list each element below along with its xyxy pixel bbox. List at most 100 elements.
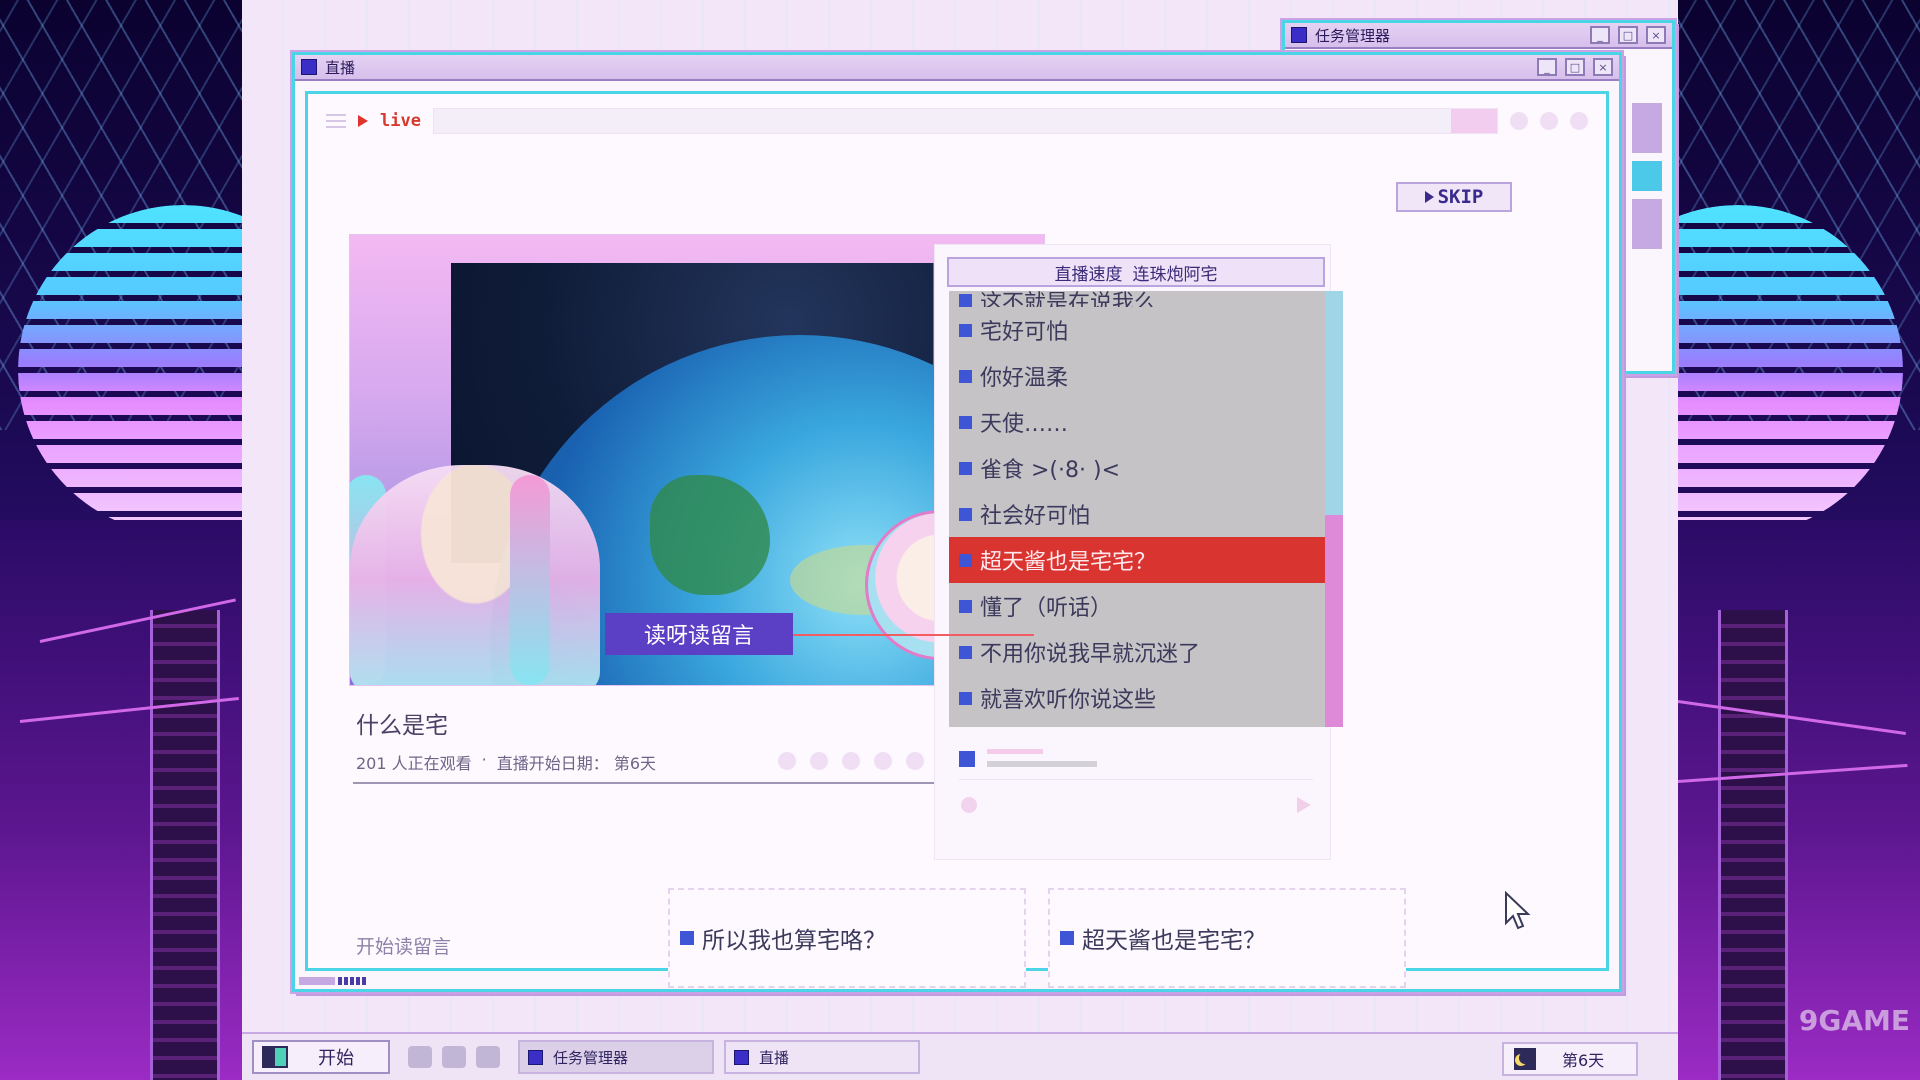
url-bar[interactable] bbox=[432, 108, 1498, 134]
bullet-icon bbox=[959, 415, 972, 429]
chat-panel: 直播速度 连珠炮阿宅 这不就是在说我么 宅好可怕 你好温柔 天使…… 雀食 >(… bbox=[934, 244, 1343, 860]
dot-icon bbox=[778, 752, 796, 770]
footer-bar bbox=[299, 977, 335, 985]
desktop: 任务管理器 _ □ × 直播 _ □ × live SKIP 读呀读留言 什么是… bbox=[242, 0, 1678, 1080]
chat-message[interactable]: 社会好可怕 bbox=[949, 491, 1325, 537]
stream-start-date: 直播开始日期： 第6天 bbox=[496, 754, 657, 773]
close-icon[interactable]: × bbox=[1646, 26, 1666, 44]
chat-message[interactable]: 懂了（听话） bbox=[949, 583, 1325, 629]
placeholder-line bbox=[987, 761, 1097, 767]
bullet-icon bbox=[959, 461, 972, 475]
chat-message-text: 你好温柔 bbox=[980, 366, 1069, 391]
chat-message-text: 不用你说我早就沉迷了 bbox=[980, 642, 1201, 667]
stat-bar bbox=[1632, 103, 1662, 153]
reply-option-1[interactable]: 所以我也算宅咯？ bbox=[668, 888, 1026, 988]
chat-scrollbar[interactable] bbox=[1325, 291, 1343, 727]
maximize-icon[interactable]: □ bbox=[1618, 26, 1638, 44]
start-label: 开始 bbox=[318, 1048, 354, 1069]
chat-message-text: 超天酱也是宅宅？ bbox=[980, 550, 1157, 575]
bullet-icon bbox=[959, 599, 972, 613]
play-icon bbox=[1424, 191, 1434, 203]
chat-message-text: 就喜欢听你说这些 bbox=[980, 688, 1157, 713]
chat-message[interactable]: 雀食 >(·8· )< bbox=[949, 445, 1325, 491]
minimize-icon[interactable]: _ bbox=[1590, 26, 1610, 44]
browser-dot-icon bbox=[1570, 112, 1588, 130]
monitor-icon[interactable] bbox=[476, 1046, 500, 1068]
chat-message-text: 宅好可怕 bbox=[980, 320, 1069, 345]
window-footer bbox=[299, 977, 369, 989]
start-logo-icon bbox=[262, 1046, 288, 1068]
stream-window[interactable]: 直播 _ □ × live SKIP 读呀读留言 什么是宅 201 人正在观看 … bbox=[292, 52, 1622, 992]
taskbar-item-stream[interactable]: 直播 bbox=[724, 1040, 920, 1074]
window-icon bbox=[734, 1049, 749, 1065]
chat-message[interactable]: 你好温柔 bbox=[949, 353, 1325, 399]
chat-list[interactable]: 这不就是在说我么 宅好可怕 你好温柔 天使…… 雀食 >(·8· )< 社会好可… bbox=[949, 291, 1325, 727]
bullet-icon bbox=[959, 645, 972, 659]
chat-speed-label: 直播速度 bbox=[1054, 264, 1123, 285]
bird-icon[interactable] bbox=[408, 1046, 432, 1068]
watermark: 9GAME bbox=[1798, 1004, 1910, 1037]
day-label: 第6天 bbox=[1562, 1051, 1605, 1070]
window-title: 任务管理器 bbox=[1315, 26, 1391, 45]
chat-message[interactable]: 这不就是在说我么 bbox=[949, 291, 1325, 307]
streamer-avatar bbox=[350, 465, 600, 685]
url-button[interactable] bbox=[1451, 109, 1497, 133]
chat-message-highlighted[interactable]: 超天酱也是宅宅？ bbox=[949, 537, 1325, 583]
footer-bar bbox=[338, 977, 368, 985]
day-indicator[interactable]: 第6天 bbox=[1502, 1042, 1638, 1076]
task-manager-titlebar[interactable]: 任务管理器 _ □ × bbox=[1285, 23, 1672, 49]
stream-titlebar[interactable]: 直播 _ □ × bbox=[295, 55, 1619, 81]
live-label: live bbox=[380, 111, 421, 131]
taskbar: 开始 任务管理器 直播 第6天 bbox=[242, 1032, 1678, 1080]
chat-icon[interactable] bbox=[442, 1046, 466, 1068]
skip-button[interactable]: SKIP bbox=[1396, 182, 1512, 212]
start-button[interactable]: 开始 bbox=[252, 1040, 390, 1074]
character-hair bbox=[510, 475, 550, 685]
divider bbox=[959, 779, 1313, 780]
bullet-icon bbox=[959, 369, 972, 383]
scrollbar-thumb[interactable] bbox=[1325, 515, 1343, 727]
maximize-icon[interactable]: □ bbox=[1565, 58, 1585, 76]
minimize-icon[interactable]: _ bbox=[1537, 58, 1557, 76]
send-icon[interactable] bbox=[1297, 797, 1311, 813]
meta-separator: · bbox=[481, 750, 487, 769]
window-icon bbox=[1291, 27, 1307, 43]
stat-bar bbox=[1632, 199, 1662, 249]
chat-message[interactable]: 就喜欢听你说这些 bbox=[949, 675, 1325, 721]
background-left bbox=[0, 0, 242, 1080]
viewer-count: 201 人正在观看 bbox=[356, 754, 472, 773]
quick-launch bbox=[400, 1046, 508, 1068]
moon-icon bbox=[1514, 1048, 1536, 1070]
utility-pole bbox=[1718, 610, 1788, 1080]
stream-meta: 201 人正在观看 · 直播开始日期： 第6天 bbox=[356, 750, 656, 774]
taskbar-item-task-manager[interactable]: 任务管理器 bbox=[518, 1040, 714, 1074]
horizon bbox=[1678, 520, 1920, 1080]
utility-pole bbox=[150, 610, 220, 1080]
chat-message[interactable]: 宅好可怕 bbox=[949, 307, 1325, 353]
meta-dots bbox=[778, 752, 956, 770]
menu-icon[interactable] bbox=[326, 114, 346, 128]
background-right bbox=[1678, 0, 1920, 1080]
bullet-icon bbox=[959, 691, 972, 705]
reply-option-text: 所以我也算宅咯？ bbox=[702, 928, 886, 954]
start-reading-label: 开始读留言 bbox=[356, 936, 452, 958]
bullet-icon bbox=[680, 931, 694, 945]
address-bar: live bbox=[326, 104, 1588, 138]
cursor-icon bbox=[1505, 891, 1531, 930]
taskbar-item-label: 任务管理器 bbox=[553, 1048, 629, 1067]
window-icon bbox=[528, 1049, 543, 1065]
chat-input-area bbox=[947, 739, 1325, 829]
stream-content: live SKIP 读呀读留言 什么是宅 201 人正在观看 · 直播开始日期：… bbox=[305, 91, 1609, 988]
chat-message-text: 雀食 >(·8· )< bbox=[980, 458, 1121, 483]
chat-message[interactable]: 天使…… bbox=[949, 399, 1325, 445]
task-stat-bars bbox=[1632, 103, 1662, 257]
close-icon[interactable]: × bbox=[1593, 58, 1613, 76]
bullet-icon bbox=[959, 507, 972, 521]
dot-icon bbox=[842, 752, 860, 770]
chat-message-text: 社会好可怕 bbox=[980, 504, 1091, 529]
reply-option-2[interactable]: 超天酱也是宅宅？ bbox=[1048, 888, 1406, 988]
dot-icon bbox=[906, 752, 924, 770]
dot-icon bbox=[810, 752, 828, 770]
reply-option-text: 超天酱也是宅宅？ bbox=[1082, 928, 1266, 954]
emoji-icon[interactable] bbox=[961, 797, 977, 813]
